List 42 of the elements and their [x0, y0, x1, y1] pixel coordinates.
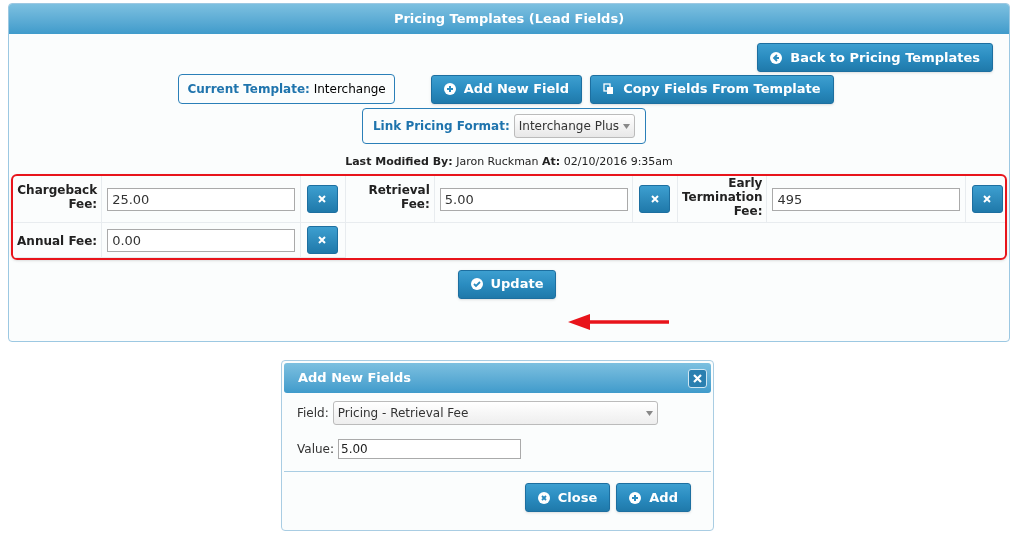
value-input[interactable]: 5.00 — [338, 439, 521, 459]
fee-input[interactable]: 5.00 — [439, 187, 628, 211]
field-dropdown[interactable]: Pricing - Retrieval Fee — [332, 401, 658, 425]
close-icon — [693, 373, 702, 383]
copy-icon — [603, 83, 616, 95]
dialog-title: Add New Fields — [298, 369, 412, 388]
check-circle-icon — [470, 278, 483, 290]
plus-circle-icon — [443, 83, 456, 95]
field-label: Early Termination Fee: — [680, 175, 763, 218]
last-modified-text: Last Modified By: Jaron Ruckman At: 02/10/2016 9:35am — [345, 154, 673, 170]
field-label: Chargeback Fee: — [16, 182, 98, 211]
plus-circle-icon — [629, 491, 642, 504]
close-button[interactable] — [688, 368, 707, 388]
field-label: Annual Fee: — [17, 233, 98, 248]
delete-button[interactable] — [639, 184, 671, 213]
copy-fields-button[interactable]: Copy Fields From Template — [590, 74, 834, 104]
close-icon — [318, 235, 327, 244]
x-circle-icon — [537, 491, 550, 504]
field-label: Field: — [297, 405, 329, 422]
fee-input[interactable]: 0.00 — [107, 228, 296, 252]
caret-icon — [645, 410, 653, 416]
value-label: Value: — [297, 441, 334, 458]
format-dropdown[interactable]: Interchange Plus — [513, 114, 636, 138]
close-icon — [983, 194, 992, 203]
link-format-label: Link Pricing Format: — [372, 118, 510, 135]
back-arrow-icon — [770, 51, 783, 64]
caret-icon — [623, 123, 631, 129]
close-icon — [318, 194, 327, 203]
field-label: Retrieval Fee: — [367, 182, 430, 211]
close-icon — [650, 194, 659, 203]
fee-input[interactable]: 495 — [772, 187, 961, 211]
add-button[interactable]: Add — [616, 483, 691, 512]
fee-input[interactable]: 25.00 — [107, 187, 296, 211]
delete-button[interactable] — [306, 225, 338, 254]
panel-title: Pricing Templates (Lead Fields) — [393, 10, 625, 29]
back-button[interactable]: Back to Pricing Templates — [757, 43, 993, 72]
add-new-field-button[interactable]: Add New Field — [430, 74, 583, 104]
delete-button[interactable] — [971, 184, 1003, 213]
update-button[interactable]: Update — [457, 269, 557, 299]
close-button[interactable]: Close — [524, 483, 611, 512]
current-template-text: Current Template: Interchange — [187, 81, 386, 98]
delete-button[interactable] — [306, 184, 338, 213]
